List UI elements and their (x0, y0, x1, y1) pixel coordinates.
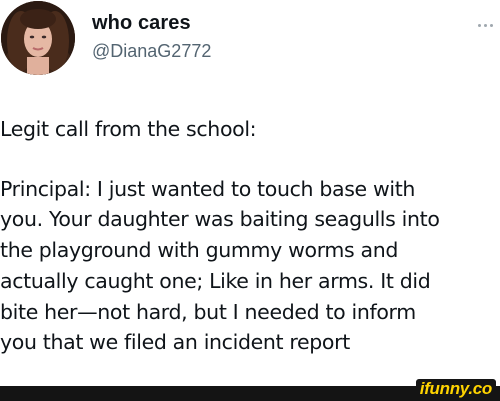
more-dot (490, 23, 493, 27)
tweet-line: the playground with gummy worms and (0, 238, 399, 263)
watermark-bar: ifunny.co (0, 379, 500, 401)
tweet-line: bite her—not hard, but I needed to infor… (0, 299, 416, 324)
user-handle[interactable]: @DianaG2772 (92, 41, 211, 62)
more-dot (478, 23, 481, 27)
tweet-line: you that we filed an incident report (0, 330, 350, 355)
avatar[interactable] (1, 1, 75, 75)
more-icon[interactable] (478, 20, 498, 30)
tweet-text: Legit call from the school: Principal: I… (0, 114, 500, 358)
avatar-image (1, 1, 75, 75)
display-name[interactable]: who cares (92, 12, 191, 35)
tweet-line: Principal: I just wanted to touch base w… (0, 176, 416, 201)
more-dot (484, 23, 487, 27)
tweet-line: you. Your daughter was baiting seagulls … (0, 207, 440, 232)
tweet-line: Legit call from the school: (0, 117, 257, 141)
tweet-line: actually caught one; Like in her arms. I… (0, 268, 431, 293)
ifunny-watermark: ifunny.co (415, 379, 496, 399)
